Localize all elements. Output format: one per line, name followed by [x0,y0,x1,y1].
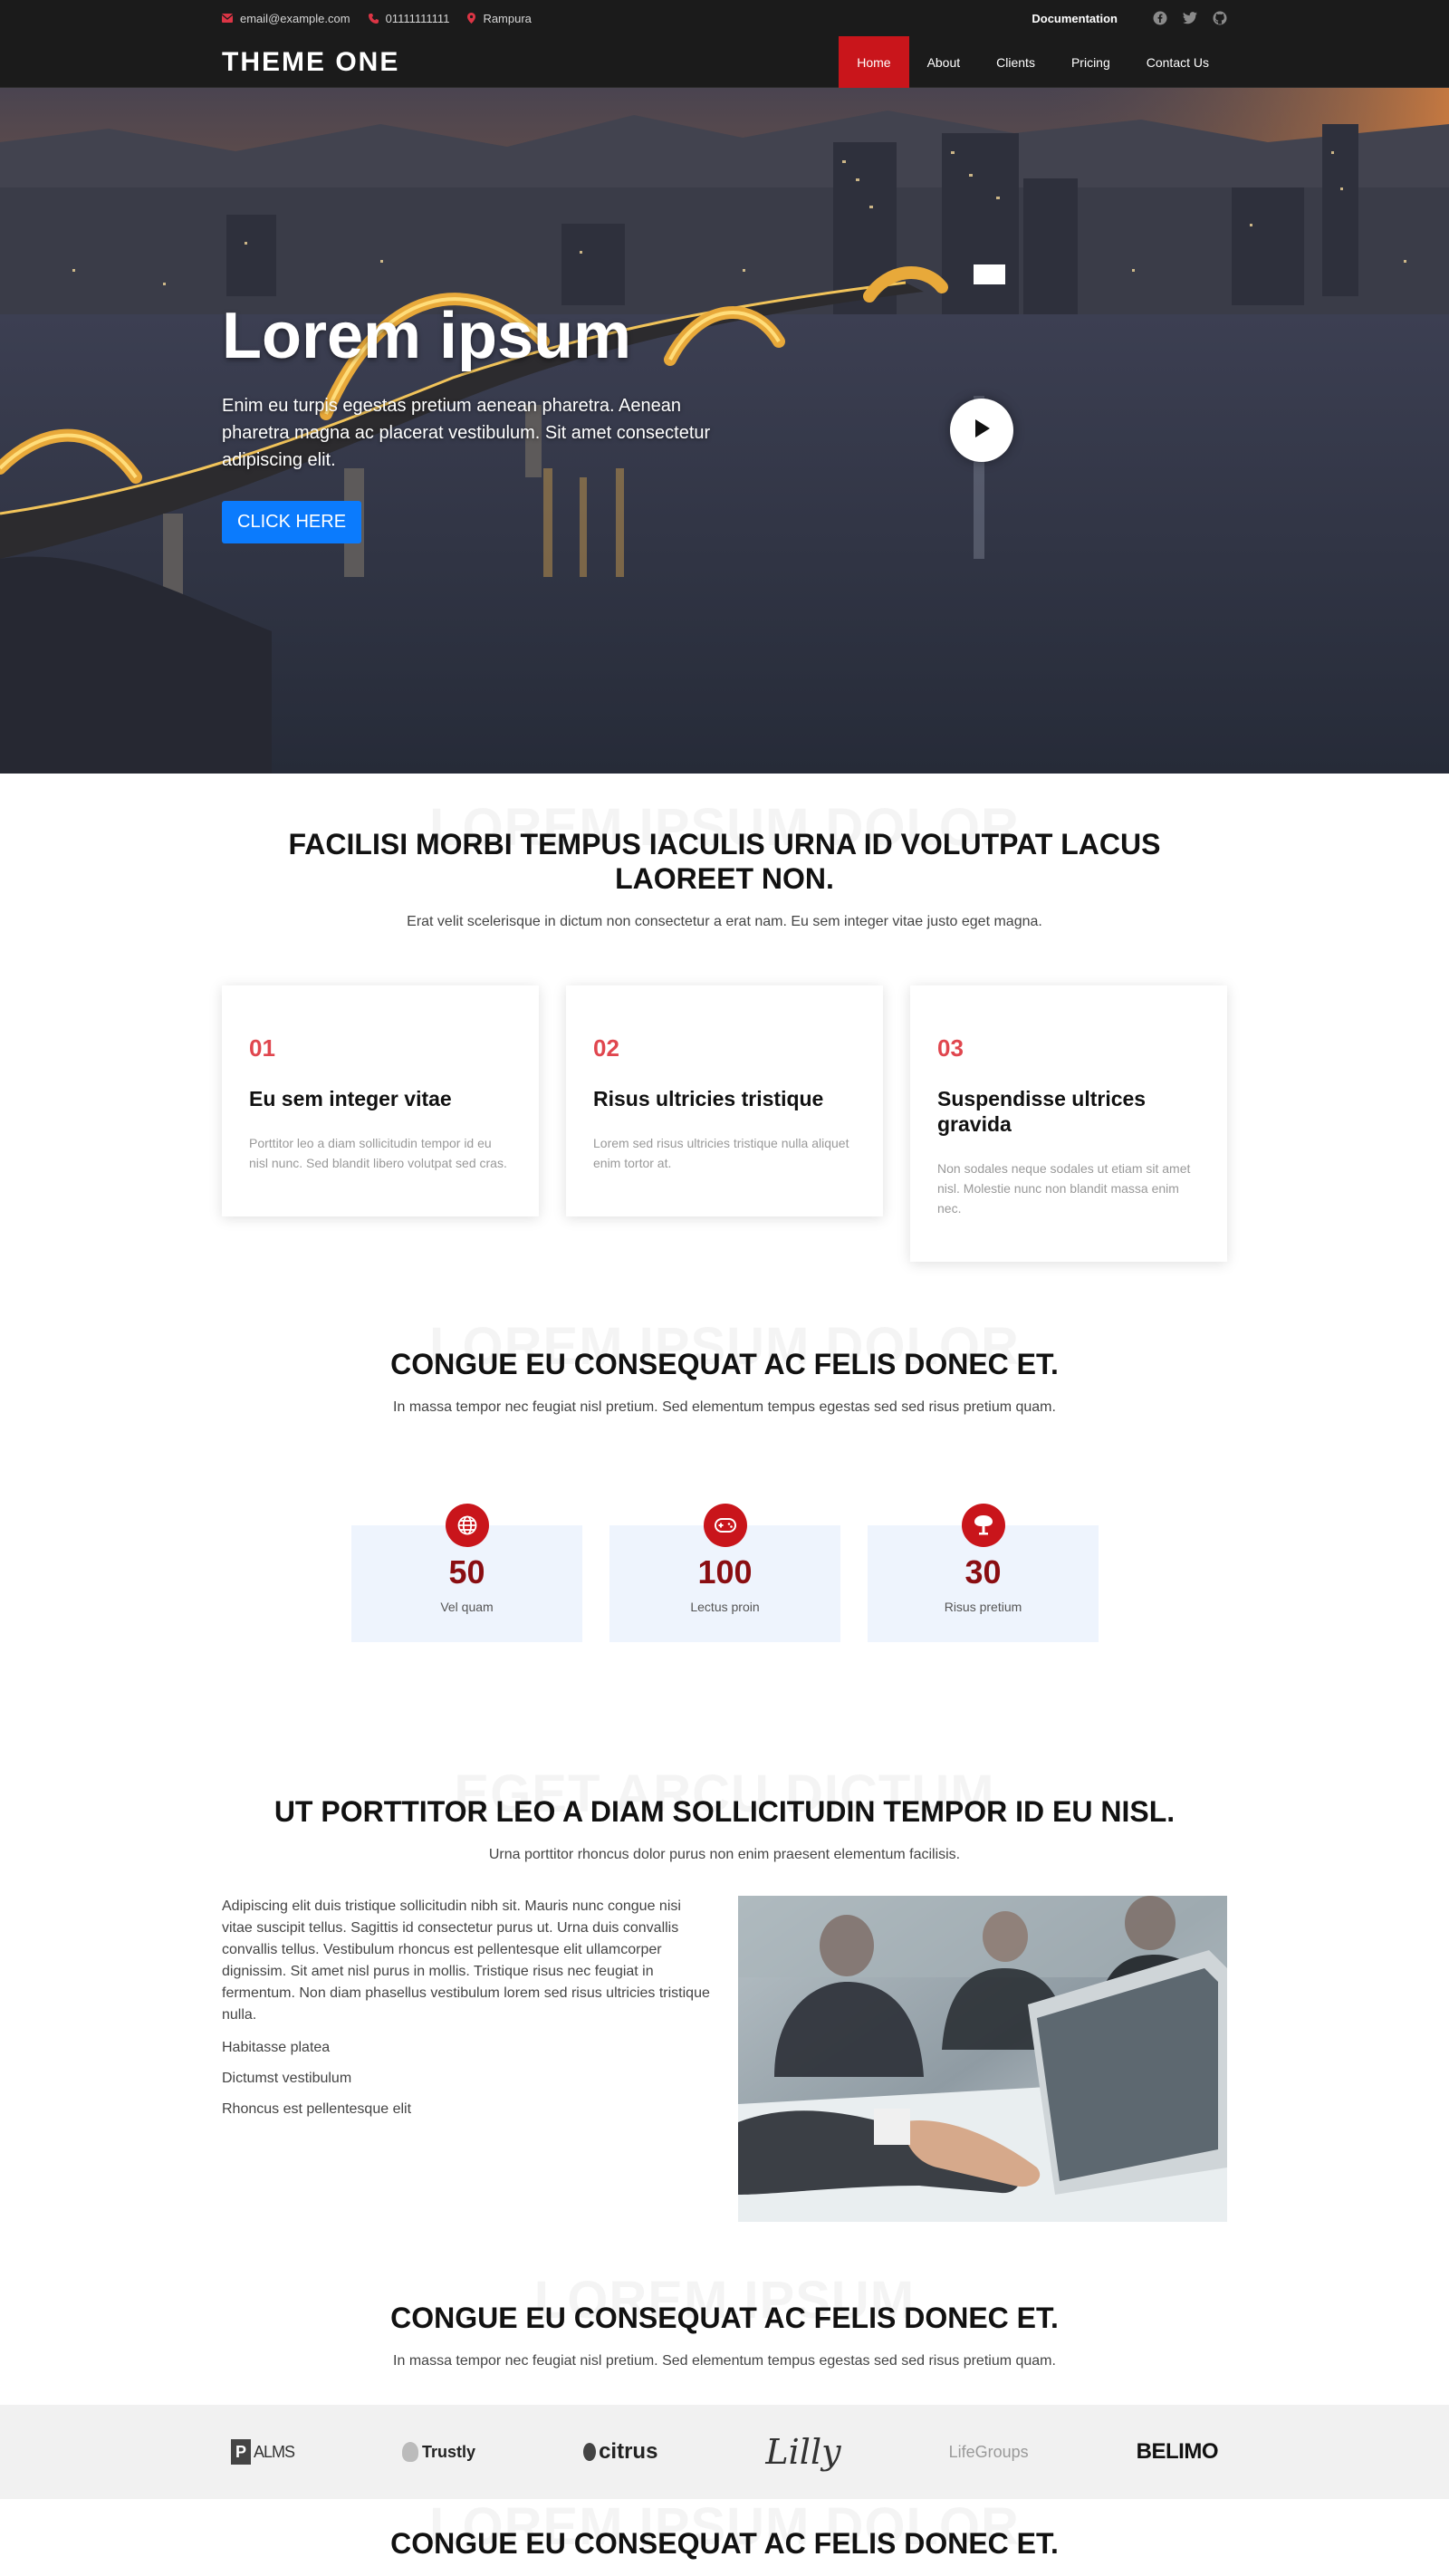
card-number: 01 [249,1034,275,1062]
features-subtitle: Erat velit scelerisque in dictum non con… [407,914,1042,929]
clients-title: CONGUE EU CONSEQUAT AC FELIS DONEC ET. [390,2302,1059,2334]
stat-label: Risus pretium [944,1600,1022,1614]
nav-home[interactable]: Home [839,36,909,88]
facebook-icon[interactable] [1153,11,1167,25]
stat-box: 30 Risus pretium [868,1504,1099,1642]
tree-icon [961,1504,1005,1547]
client-logos-bar: P ALMS Trustly citrus Lilly LifeGroups B… [0,2405,1449,2499]
feature-card: 03 Suspendisse ultrices gravida Non soda… [910,985,1227,1262]
stat-label: Lectus proin [690,1600,760,1614]
card-text: Porttitor leo a diam sollicitudin tempor… [249,1136,507,1170]
play-icon [972,418,992,444]
nav-pricing[interactable]: Pricing [1053,36,1128,88]
card-text: Non sodales neque sodales ut etiam sit a… [937,1161,1191,1216]
main-nav: Home About Clients Pricing Contact Us [839,36,1227,88]
envelope-icon [222,14,233,23]
trustly-mark-icon [402,2442,419,2462]
list-item: Habitasse platea [222,2040,331,2055]
feature-card: 01 Eu sem integer vitae Porttitor leo a … [222,985,539,1216]
card-title: Suspendisse ultrices gravida [937,1087,1147,1136]
topbar-phone-text: 01111111111 [385,11,450,25]
citrus-leaf-icon [583,2443,597,2461]
client-logo-belimo[interactable]: BELIMO [1137,2439,1219,2465]
features-title: FACILISI MORBI TEMPUS IACULIS URNA ID VO… [288,828,1161,895]
about-text-column: Adipiscing elit duis tristique sollicitu… [222,1896,711,2222]
feature-cards: 01 Eu sem integer vitae Porttitor leo a … [222,985,1227,1262]
play-video-button[interactable] [950,399,1013,462]
list-item: Rhoncus est pellentesque elit [222,2101,412,2117]
about-subtitle: Urna porttitor rhoncus dolor purus non e… [488,1847,961,1862]
about-content: Adipiscing elit duis tristique sollicitu… [222,1896,1227,2222]
alms-mark-icon: P [231,2439,251,2465]
feature-card: 02 Risus ultricies tristique Lorem sed r… [566,985,883,1216]
topbar-email-text: email@example.com [240,11,350,25]
card-text: Lorem sed risus ultricies tristique null… [593,1136,849,1170]
next-section-title: CONGUE EU CONSEQUAT AC FELIS DONEC ET. [390,2527,1059,2560]
nav-about[interactable]: About [909,36,979,88]
globe-icon [445,1504,489,1547]
topbar-location: Rampura [467,11,532,25]
card-title: Risus ultricies tristique [593,1087,824,1110]
topbar-email[interactable]: email@example.com [222,12,350,25]
github-icon[interactable] [1213,11,1227,25]
client-logo-alms[interactable]: P ALMS [231,2439,295,2465]
card-number: 02 [593,1034,619,1062]
topbar-phone[interactable]: 01111111111 [368,11,450,25]
map-marker-icon [467,13,476,24]
stat-box: 100 Lectus proin [609,1504,840,1642]
documentation-link[interactable]: Documentation [1032,12,1118,25]
client-logo-lilly[interactable]: Lilly [765,2432,840,2472]
stats-row: 50 Vel quam 100 Lectus proin 30 Risus pr… [351,1504,1099,1642]
stat-label: Vel quam [440,1600,494,1614]
stats-title: CONGUE EU CONSEQUAT AC FELIS DONEC ET. [390,1348,1059,1380]
list-item: Dictumst vestibulum [222,2071,352,2086]
features-header: FACILISI MORBI TEMPUS IACULIS URNA ID VO… [0,827,1449,930]
brand-logo[interactable]: THEME ONE [222,47,399,78]
about-title: UT PORTTITOR LEO A DIAM SOLLICITUDIN TEM… [273,1795,1176,1828]
phone-icon [368,13,379,24]
about-paragraph: Adipiscing elit duis tristique sollicitu… [222,1898,710,2023]
stats-header: CONGUE EU CONSEQUAT AC FELIS DONEC ET. I… [0,1347,1449,1416]
hero-text: Enim eu turpis egestas pretium aenean ph… [222,396,711,470]
topbar: email@example.com 01111111111 Rampura Do… [0,0,1449,36]
next-section-header: CONGUE EU CONSEQUAT AC FELIS DONEC ET. [0,2526,1449,2561]
topbar-location-text: Rampura [483,11,532,25]
about-image [738,1896,1227,2222]
about-header: UT PORTTITOR LEO A DIAM SOLLICITUDIN TEM… [0,1794,1449,1863]
hero-cta-button[interactable]: CLICK HERE [222,501,362,543]
client-logo-trustly[interactable]: Trustly [402,2442,475,2462]
hero-title: Lorem ipsum [222,300,632,372]
client-logo-lifegroups[interactable]: LifeGroups [949,2443,1029,2462]
card-title: Eu sem integer vitae [249,1087,452,1110]
card-number: 03 [937,1034,964,1062]
about-list: Habitasse platea Dictumst vestibulum Rho… [222,2039,711,2119]
clients-header: CONGUE EU CONSEQUAT AC FELIS DONEC ET. I… [0,2301,1449,2369]
nav-clients[interactable]: Clients [978,36,1053,88]
gamepad-icon [703,1504,747,1547]
hero-section: Lorem ipsum Enim eu turpis egestas preti… [0,88,1449,774]
navbar: THEME ONE Home About Clients Pricing Con… [0,36,1449,88]
hero-content: Lorem ipsum Enim eu turpis egestas preti… [222,303,729,543]
twitter-icon[interactable] [1183,11,1197,25]
client-logo-citrus[interactable]: citrus [583,2439,657,2465]
clients-subtitle: In massa tempor nec feugiat nisl pretium… [393,2353,1056,2369]
stats-subtitle: In massa tempor nec feugiat nisl pretium… [393,1399,1056,1415]
nav-contact[interactable]: Contact Us [1128,36,1227,88]
stat-box: 50 Vel quam [351,1504,582,1642]
